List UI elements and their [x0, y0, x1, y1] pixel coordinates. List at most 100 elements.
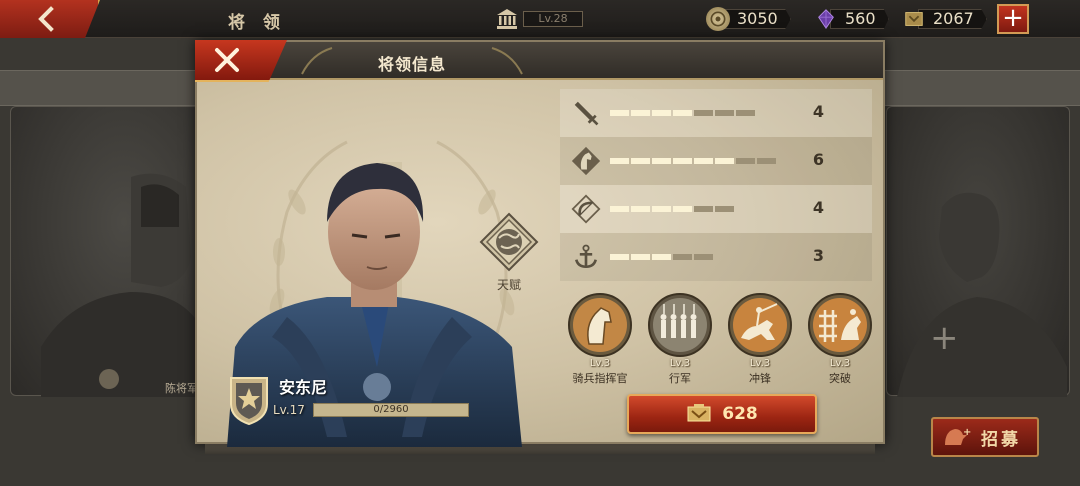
skill-name: 突破	[829, 372, 851, 385]
stat-segment-empty	[694, 206, 713, 212]
skill-level: Lv.3	[589, 358, 611, 369]
top-bar: 将 领 Lv.28 3050 560 2067 +	[0, 0, 1080, 38]
stat-segment-empty	[736, 158, 755, 164]
skill-march[interactable]: Lv.3 行军	[640, 292, 720, 386]
skill-name: 冲锋	[749, 372, 771, 385]
medal-icon	[902, 7, 926, 31]
stat-row-cavalry: 6	[560, 137, 872, 185]
bow-icon	[566, 192, 606, 226]
stat-segment-empty	[715, 206, 734, 212]
stat-segment-filled	[652, 206, 671, 212]
laurel-ornament-icon	[301, 47, 523, 75]
globe-talent-icon	[479, 212, 539, 272]
player-level: Lv.28	[493, 7, 583, 31]
background-hero-card-left[interactable]	[10, 106, 201, 397]
upgrade-cost-value: 628	[722, 404, 758, 424]
stat-segment-filled	[631, 158, 650, 164]
resource-gem[interactable]: 560	[814, 7, 889, 31]
add-resource-button[interactable]: +	[997, 4, 1029, 34]
stat-segment-filled	[610, 110, 629, 116]
stat-segment-filled	[610, 206, 629, 212]
stat-segment-empty	[694, 254, 713, 260]
background-hero-card-right[interactable]	[886, 106, 1070, 397]
medal-currency-icon	[687, 404, 711, 422]
anchor-icon	[566, 240, 606, 274]
stat-segment-empty	[673, 254, 692, 260]
skill-charge[interactable]: Lv.3 冲锋	[720, 292, 800, 386]
dialog-header: 将领信息	[197, 42, 883, 80]
charge-icon	[728, 293, 792, 357]
hero-info: 安东尼 Lv.17 0/2960	[227, 372, 477, 428]
skill-name: 行军	[669, 372, 691, 385]
attribute-list: 4 6 4 3	[560, 89, 872, 281]
stat-value-attack: 4	[812, 102, 824, 121]
stat-bar-archery	[610, 206, 780, 212]
stat-value-cavalry: 6	[812, 150, 824, 169]
stat-segment-filled	[652, 254, 671, 260]
stat-segment-filled	[652, 158, 671, 164]
stat-segment-empty	[715, 110, 734, 116]
recruit-label: 招募	[981, 429, 1021, 450]
background-hero-caption: 陈将军	[165, 382, 198, 395]
stat-segment-filled	[631, 110, 650, 116]
skill-name: 骑兵指挥官	[572, 372, 628, 385]
recruit-button[interactable]: + 招募	[931, 417, 1039, 457]
talent-button[interactable]: 天赋	[479, 212, 539, 296]
stat-value-archery: 4	[812, 198, 824, 217]
rank-star-badge-icon	[230, 377, 268, 426]
talent-label: 天赋	[496, 278, 521, 292]
close-icon	[215, 48, 239, 72]
back-button[interactable]	[0, 0, 100, 38]
stat-row-attack: 4	[560, 89, 872, 137]
horse-icon	[566, 144, 606, 178]
stat-segment-empty	[757, 158, 776, 164]
arrow-left-icon	[38, 6, 54, 32]
stat-segment-filled	[652, 110, 671, 116]
skill-level: Lv.3	[749, 358, 771, 369]
breakthrough-icon	[808, 293, 872, 357]
gem-amount: 560	[830, 9, 889, 29]
stat-value-navy: 3	[812, 246, 824, 265]
stat-row-navy: 3	[560, 233, 872, 281]
hero-name: 安东尼	[279, 378, 328, 397]
svg-text:+: +	[963, 427, 971, 438]
skill-level: Lv.3	[669, 358, 691, 369]
xp-bar: 0/2960	[313, 403, 469, 417]
skill-list: Lv.3 骑兵指挥官 Lv.3 行军 Lv.3 冲锋 Lv.3 突破	[560, 292, 880, 385]
gold-coin-icon	[706, 7, 730, 31]
stat-segment-filled	[610, 158, 629, 164]
hero-level: Lv.17	[273, 403, 305, 417]
page-title: 将 领	[228, 13, 286, 33]
soldier-silhouette	[41, 173, 201, 397]
empty-slot-silhouette	[897, 192, 1067, 397]
general-info-dialog: 将领信息 天赋 安东尼 Lv.17 0/2960 4 6 4 3 Lv.3 骑兵…	[195, 40, 885, 447]
purple-gem-icon	[814, 7, 838, 31]
upgrade-cost-button[interactable]: 628	[627, 394, 817, 434]
player-level-value: Lv.28	[523, 11, 583, 27]
stat-segment-empty	[736, 110, 755, 116]
gold-amount: 3050	[722, 9, 791, 29]
xp-text: 0/2960	[373, 404, 409, 415]
stat-segment-filled	[673, 158, 692, 164]
stat-segment-empty	[694, 110, 713, 116]
stat-segment-filled	[715, 158, 734, 164]
stat-row-archery: 4	[560, 185, 872, 233]
resource-gold[interactable]: 3050	[706, 7, 791, 31]
skill-breakthrough[interactable]: Lv.3 突破	[800, 292, 880, 386]
skill-level: Lv.3	[829, 358, 851, 369]
skill-cavalry-commander[interactable]: Lv.3 骑兵指挥官	[560, 292, 640, 386]
stat-segment-filled	[631, 206, 650, 212]
stat-bar-navy	[610, 254, 780, 260]
stat-segment-filled	[694, 158, 713, 164]
medal-amount: 2067	[918, 9, 987, 29]
add-hero-icon[interactable]: +	[930, 318, 959, 358]
stat-segment-filled	[631, 254, 650, 260]
temple-icon	[493, 7, 521, 31]
sword-icon	[566, 96, 606, 130]
cavalry-commander-icon	[568, 293, 632, 357]
stat-segment-filled	[673, 110, 692, 116]
stat-bar-attack	[610, 110, 780, 116]
resource-medal[interactable]: 2067	[902, 7, 987, 31]
recruit-helmet-icon: +	[945, 427, 971, 445]
stat-segment-filled	[610, 254, 629, 260]
